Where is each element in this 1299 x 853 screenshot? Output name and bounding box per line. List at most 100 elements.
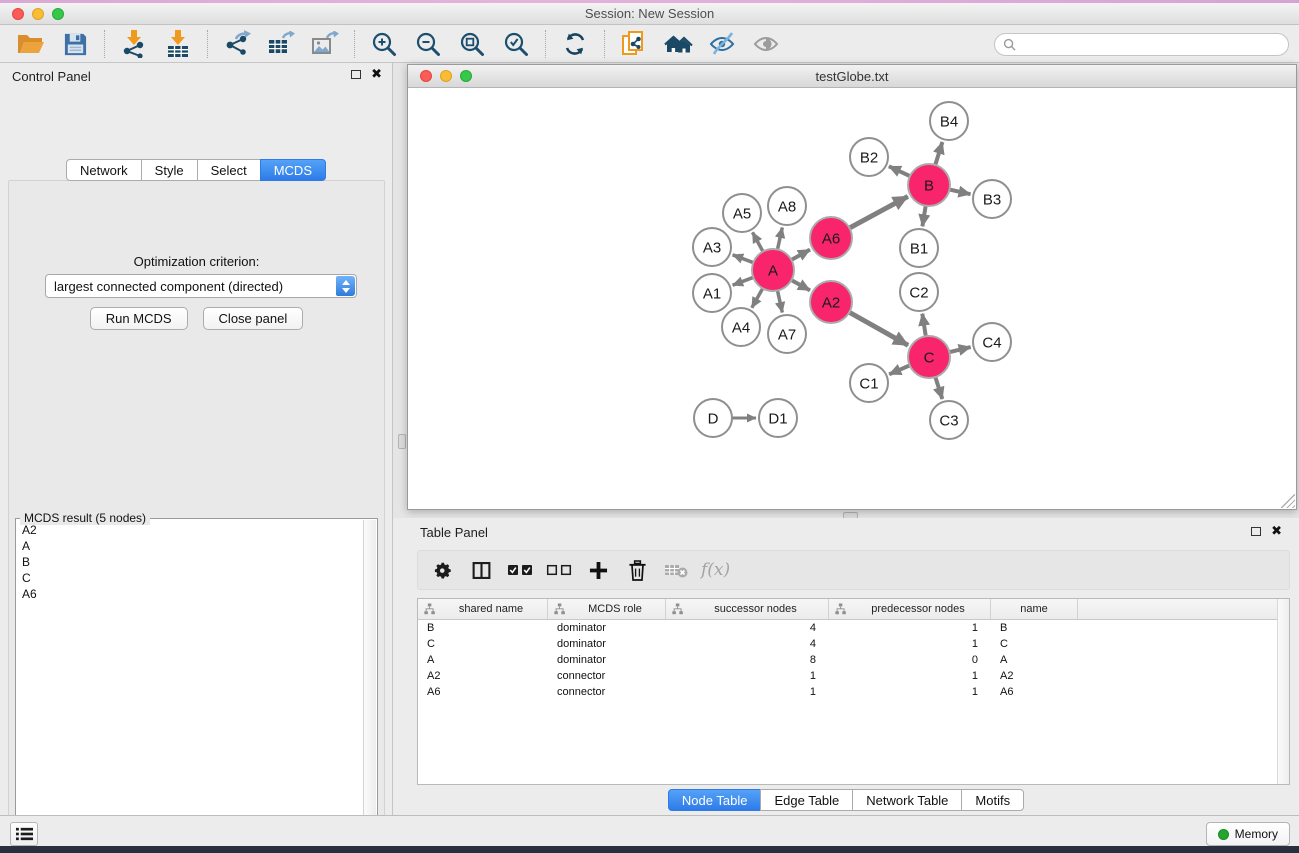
refresh-layout-icon[interactable] xyxy=(558,29,592,59)
criterion-dropdown[interactable]: largest connected component (directed) xyxy=(45,274,357,298)
graph-node-C2[interactable]: C2 xyxy=(900,273,938,311)
graph-node-B[interactable]: B xyxy=(908,164,950,206)
zoom-selected-icon[interactable] xyxy=(499,29,533,59)
zoom-out-icon[interactable] xyxy=(411,29,445,59)
table-cell-name[interactable]: C xyxy=(991,638,1078,650)
tab-style[interactable]: Style xyxy=(141,159,198,181)
hide-selected-icon[interactable] xyxy=(705,29,739,59)
show-all-icon[interactable] xyxy=(749,29,783,59)
delete-column-trash-icon[interactable] xyxy=(621,555,653,585)
graph-node-B3[interactable]: B3 xyxy=(973,180,1011,218)
graph-node-A8[interactable]: A8 xyxy=(768,187,806,225)
save-session-icon[interactable] xyxy=(58,29,92,59)
graph-node-D[interactable]: D xyxy=(694,399,732,437)
graph-node-A7[interactable]: A7 xyxy=(768,315,806,353)
table-cell-name[interactable]: A2 xyxy=(991,670,1078,682)
tab-motifs[interactable]: Motifs xyxy=(961,789,1024,811)
graph-node-C3[interactable]: C3 xyxy=(930,401,968,439)
graph-node-A3[interactable]: A3 xyxy=(693,228,731,266)
graph-node-B1[interactable]: B1 xyxy=(900,229,938,267)
table-cell-shared-name[interactable]: B xyxy=(418,622,548,634)
table-cell-shared-name[interactable]: A6 xyxy=(418,686,548,698)
table-cell-predecessor-nodes[interactable]: 1 xyxy=(829,622,991,634)
table-settings-gear-icon[interactable] xyxy=(426,555,458,585)
network-zoom-button[interactable] xyxy=(460,70,472,82)
table-cell-predecessor-nodes[interactable]: 1 xyxy=(829,686,991,698)
tab-network[interactable]: Network xyxy=(66,159,142,181)
table-scrollbar[interactable] xyxy=(1277,599,1289,784)
table-cell-shared-name[interactable]: A2 xyxy=(418,670,548,682)
graph-node-A2[interactable]: A2 xyxy=(810,281,852,323)
column-view-icon[interactable] xyxy=(465,555,497,585)
table-cell-predecessor-nodes[interactable]: 1 xyxy=(829,670,991,682)
tab-network-table[interactable]: Network Table xyxy=(852,789,962,811)
search-input[interactable] xyxy=(1022,38,1280,52)
export-image-icon[interactable] xyxy=(308,29,342,59)
result-list-item[interactable]: A xyxy=(19,538,361,554)
export-network-icon[interactable] xyxy=(220,29,254,59)
column-header-MCDS-role[interactable]: MCDS role xyxy=(548,599,666,619)
column-header-predecessor-nodes[interactable]: predecessor nodes xyxy=(829,599,991,619)
zoom-fit-icon[interactable] xyxy=(455,29,489,59)
table-cell-name[interactable]: A xyxy=(991,654,1078,666)
graph-node-C[interactable]: C xyxy=(908,336,950,378)
result-list-item[interactable]: A6 xyxy=(19,586,361,602)
new-network-from-selection-icon[interactable] xyxy=(617,29,651,59)
table-cell-name[interactable]: B xyxy=(991,622,1078,634)
table-cell-successor-nodes[interactable]: 8 xyxy=(666,654,829,666)
result-list-item[interactable]: C xyxy=(19,570,361,586)
column-header-shared-name[interactable]: shared name xyxy=(418,599,548,619)
table-cell-successor-nodes[interactable]: 1 xyxy=(666,686,829,698)
column-header-name[interactable]: name xyxy=(991,599,1078,619)
close-table-panel-icon[interactable]: ✖ xyxy=(1271,526,1282,536)
table-cell-successor-nodes[interactable]: 1 xyxy=(666,670,829,682)
export-table-icon[interactable] xyxy=(264,29,298,59)
table-cell-MCDS-role[interactable]: dominator xyxy=(548,638,666,650)
table-cell-shared-name[interactable]: C xyxy=(418,638,548,650)
import-table-icon[interactable] xyxy=(161,29,195,59)
graph-node-A[interactable]: A xyxy=(752,249,794,291)
memory-button[interactable]: Memory xyxy=(1206,822,1290,846)
column-header-successor-nodes[interactable]: successor nodes xyxy=(666,599,829,619)
add-column-icon[interactable] xyxy=(582,555,614,585)
table-cell-successor-nodes[interactable]: 4 xyxy=(666,622,829,634)
search-field[interactable] xyxy=(994,33,1289,56)
task-history-button[interactable] xyxy=(10,822,38,846)
table-cell-MCDS-role[interactable]: dominator xyxy=(548,654,666,666)
zoom-in-icon[interactable] xyxy=(367,29,401,59)
close-panel-icon[interactable]: ✖ xyxy=(371,69,382,79)
table-cell-shared-name[interactable]: A xyxy=(418,654,548,666)
open-file-icon[interactable] xyxy=(14,29,48,59)
float-table-panel-icon[interactable] xyxy=(1251,527,1261,536)
table-cell-predecessor-nodes[interactable]: 1 xyxy=(829,638,991,650)
network-close-button[interactable] xyxy=(420,70,432,82)
table-cell-successor-nodes[interactable]: 4 xyxy=(666,638,829,650)
tab-mcds[interactable]: MCDS xyxy=(260,159,326,181)
network-canvas[interactable]: B4B2BB3A8A5A6A3B1AA1C2A2A4A7C4CC1DD1C3 xyxy=(408,88,1296,509)
result-list-item[interactable]: B xyxy=(19,554,361,570)
result-list-item[interactable]: A2 xyxy=(19,522,361,538)
splitter-handle-vertical[interactable] xyxy=(398,434,406,449)
table-cell-predecessor-nodes[interactable]: 0 xyxy=(829,654,991,666)
close-window-button[interactable] xyxy=(12,8,24,20)
graph-node-A1[interactable]: A1 xyxy=(693,274,731,312)
select-all-icon[interactable] xyxy=(504,555,536,585)
network-minimize-button[interactable] xyxy=(440,70,452,82)
table-cell-MCDS-role[interactable]: connector xyxy=(548,686,666,698)
tab-edge-table[interactable]: Edge Table xyxy=(760,789,853,811)
tab-select[interactable]: Select xyxy=(197,159,261,181)
graph-node-C1[interactable]: C1 xyxy=(850,364,888,402)
result-list-scrollbar[interactable] xyxy=(363,520,376,853)
home-views-icon[interactable] xyxy=(661,29,695,59)
resize-grip-icon[interactable] xyxy=(1281,494,1295,508)
run-mcds-button[interactable]: Run MCDS xyxy=(90,307,188,330)
graph-node-D1[interactable]: D1 xyxy=(759,399,797,437)
table-cell-MCDS-role[interactable]: dominator xyxy=(548,622,666,634)
close-panel-button[interactable]: Close panel xyxy=(203,307,304,330)
import-network-icon[interactable] xyxy=(117,29,151,59)
float-panel-icon[interactable] xyxy=(351,70,361,79)
tab-node-table[interactable]: Node Table xyxy=(668,789,762,811)
graph-node-A6[interactable]: A6 xyxy=(810,217,852,259)
graph-node-B4[interactable]: B4 xyxy=(930,102,968,140)
table-cell-MCDS-role[interactable]: connector xyxy=(548,670,666,682)
